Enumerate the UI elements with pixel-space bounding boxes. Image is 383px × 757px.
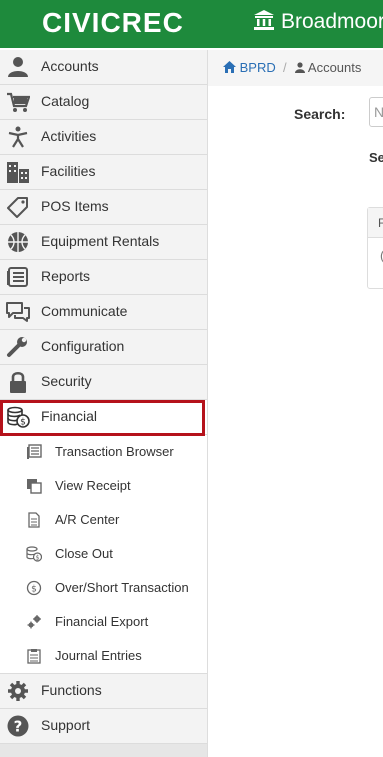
submenu-item-transaction-browser[interactable]: Transaction Browser [0,435,207,469]
breadcrumb-current: Accounts [295,60,361,75]
sidebar-item-activities[interactable]: Activities [0,120,207,155]
breadcrumb-home-link[interactable]: BPRD [223,60,276,75]
coins-icon: $ [7,406,30,428]
transactions-icon [27,444,42,459]
breadcrumb-separator: / [283,60,287,75]
activity-person-icon [8,126,28,148]
reports-icon [7,267,28,287]
sidebar-item-accounts[interactable]: Accounts [0,50,207,85]
submenu-item-label: Close Out [55,546,113,561]
top-header: CIVICREC Broadmoor [0,0,383,48]
sidebar-item-communicate[interactable]: Communicate [0,295,207,330]
sidebar-item-label: Reports [41,268,91,284]
sidebar-item-financial[interactable]: $ Financial [0,400,207,435]
svg-text:$: $ [36,555,40,562]
panel-body: ( [368,238,383,263]
breadcrumb: BPRD / Accounts [208,50,383,86]
sidebar-item-equipment-rentals[interactable]: Equipment Rentals [0,225,207,260]
sidebar-item-support[interactable]: ? Support [0,709,207,744]
lock-icon [10,371,26,393]
submenu-item-label: Journal Entries [55,648,142,663]
main-content: BPRD / Accounts Search: Se F ( [208,50,383,757]
svg-text:?: ? [14,718,23,736]
submenu-item-journal-entries[interactable]: Journal Entries [0,639,207,673]
user-icon [295,62,305,73]
breadcrumb-home-label: BPRD [239,60,276,75]
document-icon [28,512,40,528]
institution-icon [254,10,274,30]
submenu-item-label: View Receipt [55,478,131,493]
sidebar-item-security[interactable]: Security [0,365,207,400]
building-icon [7,162,29,183]
coins-small-icon: $ [26,546,42,562]
sidebar-item-label: Equipment Rentals [41,233,160,249]
chat-icon [6,302,30,322]
sidebar-item-label: Support [41,717,91,733]
sidebar-item-configuration[interactable]: Configuration [0,330,207,365]
sidebar-item-functions[interactable]: Functions [0,673,207,709]
submenu-item-label: Transaction Browser [55,444,174,459]
sidebar-item-label: Communicate [41,303,128,319]
sidebar-nav: Accounts Catalog Activities Facilities P… [0,50,208,757]
submenu-item-label: Over/Short Transaction [55,580,189,595]
panel-header: F [368,208,383,238]
submenu-item-ar-center[interactable]: A/R Center [0,503,207,537]
home-icon [223,61,236,73]
brand-logo[interactable]: CIVICREC [42,7,184,39]
sidebar-item-label: POS Items [41,198,109,214]
results-panel: F ( [367,207,383,289]
sidebar-item-facilities[interactable]: Facilities [0,155,207,190]
sidebar-item-label: Configuration [41,338,125,354]
tag-icon [7,197,28,218]
search-input[interactable] [369,97,383,127]
gear-icon [8,681,28,701]
wrench-icon [7,337,27,357]
sidebar-item-label: Accounts [41,58,99,74]
sidebar-item-label: Functions [41,682,102,698]
submenu-item-label: Financial Export [55,614,149,629]
submenu-item-financial-export[interactable]: Financial Export [0,605,207,639]
search-label: Search: [294,106,346,122]
submenu-item-label: A/R Center [55,512,120,527]
cart-icon [7,92,30,112]
sidebar-item-label: Financial [41,408,98,424]
submenu-item-over-short-transaction[interactable]: $ Over/Short Transaction [0,571,207,605]
sidebar-item-catalog[interactable]: Catalog [0,85,207,120]
org-name: Broadmoor [281,10,383,33]
sidebar-item-label: Security [41,373,92,389]
org-selector[interactable]: Broadmoor [253,9,383,34]
sidebar-item-reports[interactable]: Reports [0,260,207,295]
receipt-copy-icon [27,479,42,494]
select-label: Se [369,150,383,165]
gears-icon [27,615,41,629]
svg-text:$: $ [31,585,37,595]
clipboard-icon [27,649,41,664]
sidebar-item-label: Catalog [41,93,90,109]
sidebar-item-label: Facilities [41,163,96,179]
svg-text:$: $ [20,418,26,428]
breadcrumb-current-label: Accounts [307,60,362,75]
sidebar-item-pos-items[interactable]: POS Items [0,190,207,225]
dollar-circle-icon: $ [26,580,42,596]
submenu-item-close-out[interactable]: $ Close Out [0,537,207,571]
user-icon [8,57,28,77]
question-icon: ? [7,715,29,737]
basketball-icon [8,232,28,252]
sidebar-item-label: Activities [41,128,97,144]
submenu-item-view-receipt[interactable]: View Receipt [0,469,207,503]
financial-submenu: Transaction Browser View Receipt A/R Cen… [0,435,207,673]
sidebar-item-partial [0,744,207,757]
